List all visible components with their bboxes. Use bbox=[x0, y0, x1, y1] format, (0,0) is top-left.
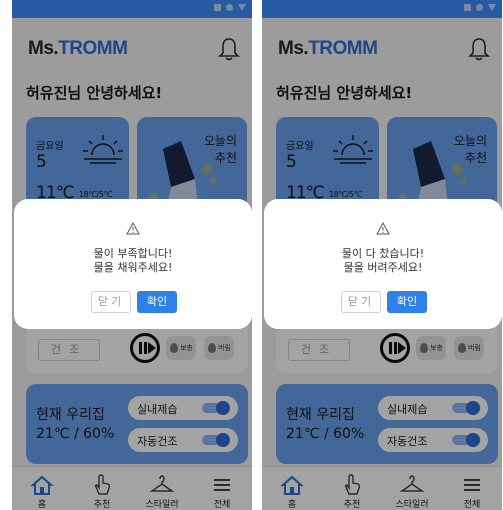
dialog-message-line2: 물을 채워주세요! bbox=[93, 261, 173, 274]
warning-icon bbox=[126, 222, 140, 235]
dialog-close-button[interactable]: 닫기 bbox=[91, 291, 131, 313]
dialog-ok-button[interactable]: 확인 bbox=[387, 291, 427, 313]
dialog-message-line2: 물을 버려주세요! bbox=[343, 261, 423, 274]
alert-dialog: 물이 부족합니다! 물을 채워주세요! 닫기 확인 bbox=[14, 199, 252, 329]
phone-screen-water-full: Ms.TROMM 허유진님 안녕하세요! 금요일 5 11℃ 18℃/5℃ 오늘 bbox=[262, 0, 502, 510]
dialog-close-button[interactable]: 닫기 bbox=[341, 291, 381, 313]
dialog-ok-button[interactable]: 확인 bbox=[137, 291, 177, 313]
alert-dialog: 물이 다 찼습니다! 물을 버려주세요! 닫기 확인 bbox=[264, 199, 502, 329]
phone-screen-water-low: Ms.TROMM 허유진님 안녕하세요! 금요일 5 11℃ 18℃/5℃ 오늘 bbox=[12, 0, 252, 510]
warning-icon bbox=[376, 222, 390, 235]
